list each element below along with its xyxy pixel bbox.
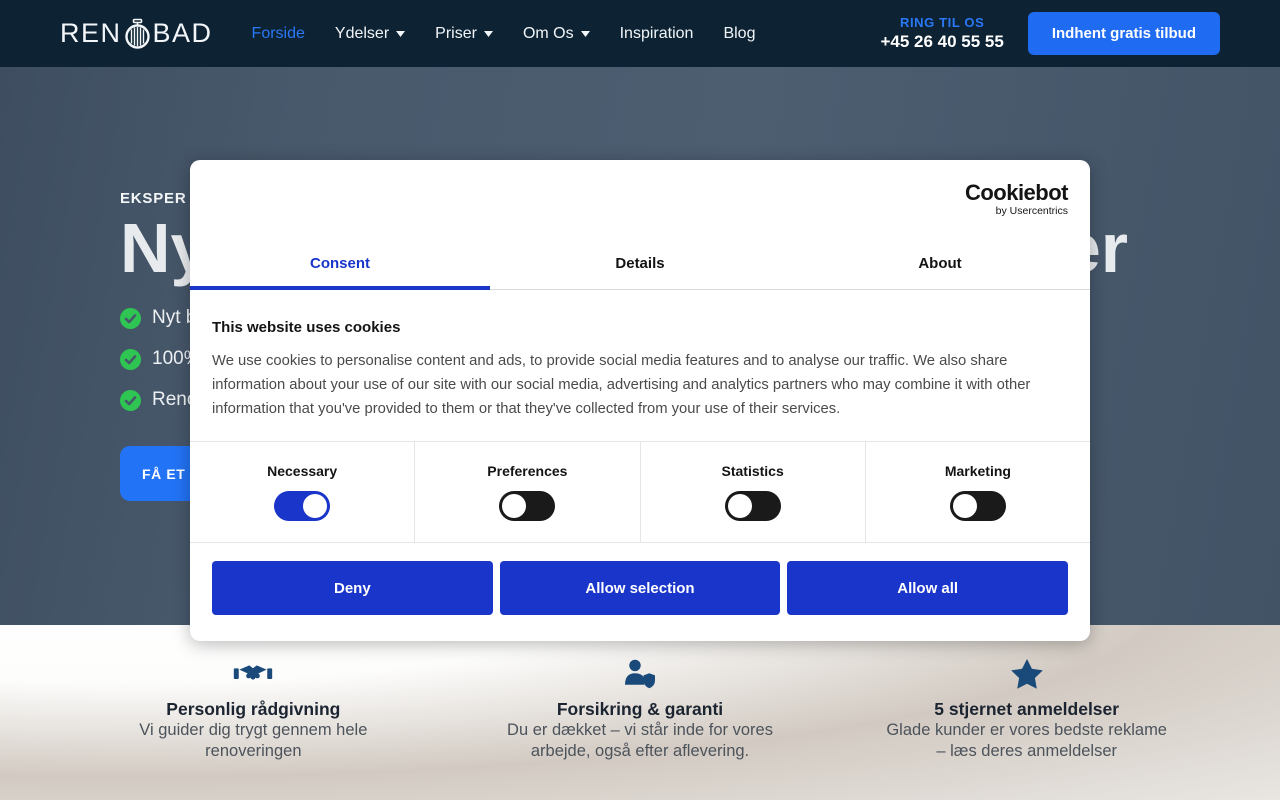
category-marketing: Marketing: [866, 442, 1090, 542]
handshake-icon: [234, 665, 273, 680]
feature-description-line: arbejde, også efter aflevering.: [530, 742, 750, 760]
category-statistics: Statistics: [641, 442, 866, 542]
category-label: Statistics: [721, 463, 784, 479]
top-navigation: REN BAD Forside Ydelser Priser Om Os Ins…: [0, 0, 1280, 67]
marketing-toggle[interactable]: [949, 491, 1006, 521]
statistics-toggle[interactable]: [724, 491, 781, 521]
checklist-item: Nyt b: [120, 307, 201, 329]
hero-checklist: Nyt b 100% Reno: [120, 307, 201, 430]
nav-item-ydelser[interactable]: Ydelser: [320, 15, 420, 53]
tab-details[interactable]: Details: [490, 237, 790, 289]
features-strip: Personlig rådgivning Vi guider dig trygt…: [0, 625, 1280, 800]
allow-selection-button[interactable]: Allow selection: [499, 561, 781, 615]
allow-all-button[interactable]: Allow all: [787, 561, 1069, 615]
cookiebot-byline: by Usercentrics: [995, 205, 1068, 217]
necessary-toggle[interactable]: [274, 491, 331, 521]
nav-item-blog[interactable]: Blog: [708, 15, 770, 53]
check-circle-icon: [120, 348, 141, 370]
shower-logo-icon: [124, 18, 150, 49]
user-shield-icon: [625, 659, 655, 689]
cookie-dialog-title: This website uses cookies: [212, 319, 401, 336]
logo-text-left: REN: [60, 18, 122, 48]
check-circle-icon: [120, 307, 141, 329]
category-label: Marketing: [944, 463, 1011, 479]
phone-number-link[interactable]: +45 26 40 55 55: [880, 32, 1003, 52]
nav-item-inspiration[interactable]: Inspiration: [605, 15, 709, 53]
category-necessary: Necessary: [190, 442, 416, 542]
toggle-knob: [727, 494, 752, 518]
category-label: Necessary: [267, 463, 338, 479]
feature-description-line: Vi guider dig trygt gennem hele: [139, 721, 368, 739]
checklist-item: Reno: [120, 389, 201, 411]
feature-personal-advice: Personlig rådgivning Vi guider dig trygt…: [60, 658, 447, 800]
nav-item-forside[interactable]: Forside: [237, 15, 320, 53]
nav-item-label: Priser: [435, 24, 477, 42]
tab-about[interactable]: About: [790, 237, 1090, 289]
nav-item-om-os[interactable]: Om Os: [508, 15, 605, 53]
deny-button[interactable]: Deny: [212, 561, 493, 615]
checklist-item: 100%: [120, 348, 201, 370]
cookie-dialog-buttons: Deny Allow selection Allow all: [190, 543, 1090, 615]
cookiebot-logo-text: Cookiebot: [964, 180, 1069, 205]
cookie-dialog-tabs: Consent Details About: [190, 237, 1090, 290]
nav-item-label: Inspiration: [619, 24, 694, 42]
nav-item-label: Ydelser: [334, 24, 390, 42]
star-icon: [1010, 659, 1043, 689]
cookie-dialog-description: We use cookies to personalise content an…: [212, 353, 1031, 417]
main-menu: Forside Ydelser Priser Om Os Inspiration…: [237, 15, 771, 53]
nav-item-priser[interactable]: Priser: [420, 15, 508, 53]
nav-item-label: Forside: [251, 24, 305, 42]
toggle-knob: [303, 494, 328, 518]
feature-title: 5 stjernet anmeldelser: [934, 699, 1120, 719]
chevron-down-icon: [483, 30, 493, 37]
nav-item-label: Om Os: [522, 24, 574, 42]
nav-item-label: Blog: [723, 24, 756, 42]
call-us-block: RING TIL OS +45 26 40 55 55: [880, 15, 1003, 52]
category-preferences: Preferences: [415, 442, 641, 542]
cookie-consent-dialog: Cookiebot by Usercentrics Consent Detail…: [190, 160, 1090, 641]
logo-text-right: BAD: [152, 18, 213, 48]
feature-title: Forsikring & garanti: [556, 699, 724, 719]
feature-title: Personlig rådgivning: [166, 699, 341, 719]
category-label: Preferences: [487, 463, 568, 479]
toggle-knob: [952, 494, 977, 518]
tab-consent[interactable]: Consent: [190, 237, 490, 290]
cookiebot-logo[interactable]: Cookiebot by Usercentrics: [964, 180, 1069, 218]
hero-eyebrow-fragment: EKSPER: [120, 190, 187, 207]
cookie-category-toggles: Necessary Preferences Statistics Marketi…: [190, 441, 1090, 543]
chevron-down-icon: [396, 30, 406, 37]
feature-description-line: – læs deres anmeldelser: [936, 742, 1118, 760]
cookie-dialog-header: Cookiebot by Usercentrics: [190, 160, 1090, 237]
feature-insurance: Forsikring & garanti Du er dækket – vi s…: [447, 658, 834, 800]
call-us-label: RING TIL OS: [899, 15, 985, 30]
get-quote-button[interactable]: Indhent gratis tilbud: [1027, 12, 1220, 55]
preferences-toggle[interactable]: [499, 491, 556, 521]
cookie-dialog-body: This website uses cookies We use cookies…: [190, 290, 1090, 421]
check-circle-icon: [120, 389, 141, 411]
feature-description-line: Glade kunder er vores bedste reklame: [886, 721, 1167, 739]
feature-reviews: 5 stjernet anmeldelser Glade kunder er v…: [833, 658, 1220, 800]
site-logo[interactable]: REN BAD: [60, 18, 213, 50]
feature-description-line: renoveringen: [205, 742, 302, 760]
feature-description-line: Du er dækket – vi står inde for vores: [507, 721, 773, 739]
toggle-knob: [502, 494, 527, 518]
chevron-down-icon: [580, 30, 590, 37]
